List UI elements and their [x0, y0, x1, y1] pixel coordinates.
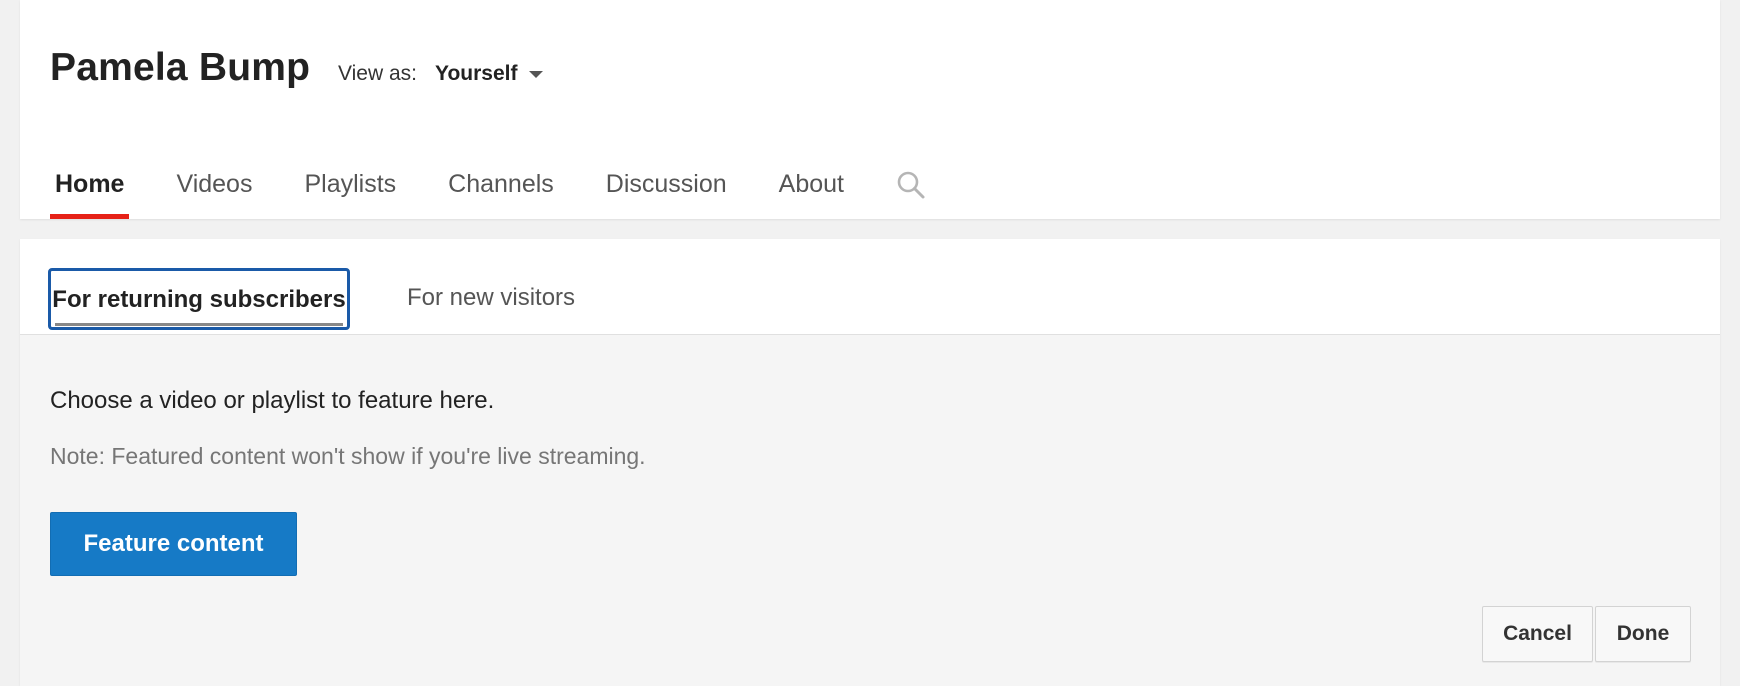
tab-returning-subscribers[interactable]: For returning subscribers — [48, 268, 350, 330]
caret-down-icon — [529, 70, 544, 78]
tab-new-visitors[interactable]: For new visitors — [407, 284, 575, 312]
tab-playlists[interactable]: Playlists — [299, 160, 401, 219]
tab-videos[interactable]: Videos — [171, 160, 257, 219]
panel-actions: Cancel Done — [1482, 606, 1691, 662]
live-stream-note: Note: Featured content won't show if you… — [50, 443, 646, 469]
channel-nav: Home Videos Playlists Channels Discussio… — [50, 160, 926, 219]
view-as-label: View as: — [338, 62, 417, 85]
cancel-button[interactable]: Cancel — [1482, 606, 1593, 662]
done-button[interactable]: Done — [1595, 606, 1691, 662]
tab-discussion[interactable]: Discussion — [601, 160, 732, 219]
featured-tabs: For returning subscribers For new visito… — [20, 239, 1720, 335]
view-as-dropdown[interactable]: Yourself — [435, 62, 544, 86]
tab-home[interactable]: Home — [50, 160, 130, 219]
channel-title: Pamela Bump — [50, 46, 311, 89]
view-as-control: View as: Yourself — [338, 62, 544, 86]
view-as-value: Yourself — [435, 62, 518, 85]
search-icon[interactable] — [896, 170, 926, 200]
featured-content-panel: For returning subscribers For new visito… — [20, 239, 1720, 686]
tab-channels[interactable]: Channels — [443, 160, 559, 219]
tab-about[interactable]: About — [774, 160, 849, 219]
feature-prompt: Choose a video or playlist to feature he… — [50, 387, 495, 414]
feature-content-button[interactable]: Feature content — [50, 512, 297, 576]
channel-header: Pamela Bump View as: Yourself Home Video… — [20, 0, 1720, 219]
